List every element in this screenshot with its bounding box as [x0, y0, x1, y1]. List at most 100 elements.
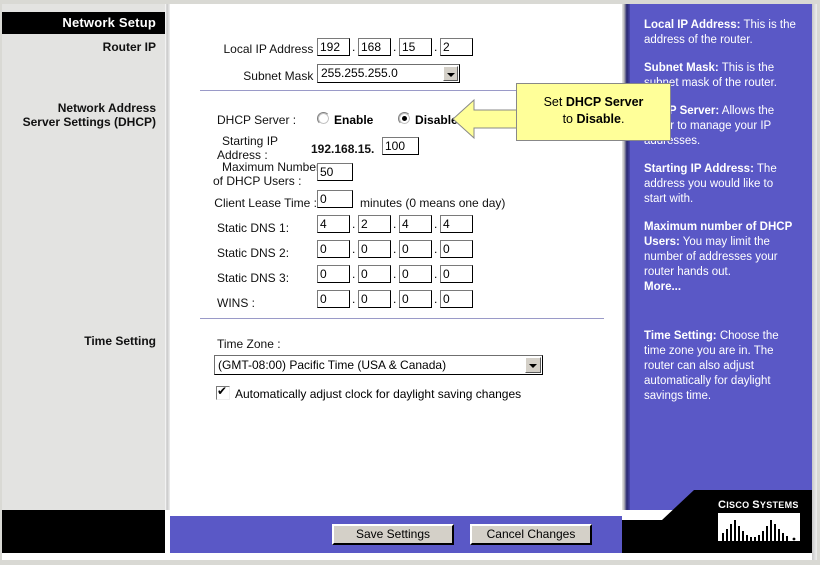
- page-right-edge: [812, 4, 817, 560]
- dns1-dot-2: .: [393, 217, 397, 231]
- callout-line2-tail: .: [620, 112, 625, 126]
- dns3-dot-2: .: [393, 267, 397, 281]
- subnet-mask-select[interactable]: 255.255.255.0: [317, 64, 460, 83]
- starting-ip-label-line1: Starting IP: [222, 134, 279, 148]
- static-dns-3-octet-1[interactable]: 0: [317, 265, 350, 283]
- max-dhcp-users-label-line1: Maximum Number: [222, 160, 321, 174]
- daylight-saving-label: Automatically adjust clock for daylight …: [235, 387, 522, 401]
- help-term-time-setting: Time Setting:: [644, 330, 717, 342]
- help-term-subnet-mask: Subnet Mask:: [644, 62, 719, 74]
- radio-disable[interactable]: [398, 112, 412, 125]
- cisco-logo-area: CISCO SYSTEMS: [622, 490, 812, 553]
- local-ip-octet-2[interactable]: 168: [358, 38, 391, 56]
- wins-dot-1: .: [352, 292, 356, 306]
- client-lease-time-suffix: minutes (0 means one day): [360, 196, 506, 210]
- help-item-more[interactable]: More...: [644, 280, 798, 295]
- sidebar-item-dhcp-line2: Server Settings (DHCP): [22, 115, 156, 129]
- help-term-local-ip: Local IP Address:: [644, 19, 741, 31]
- section-header-network-setup: Network Setup: [2, 12, 165, 34]
- help-text-list: Local IP Address: This is the address of…: [644, 18, 798, 404]
- instruction-callout: Set DHCP Server to Disable.: [516, 83, 671, 141]
- left-sidebar: [2, 4, 165, 510]
- wins-octet-1[interactable]: 0: [317, 290, 350, 308]
- help-item-time-setting: Time Setting: Choose the time zone you a…: [644, 329, 798, 404]
- dns2-dot-1: .: [352, 242, 356, 256]
- static-dns-1-octet-1[interactable]: 4: [317, 215, 350, 233]
- client-lease-time-input[interactable]: 0: [317, 190, 353, 208]
- wins-octet-2[interactable]: 0: [358, 290, 391, 308]
- dhcp-enable-label: Enable: [334, 113, 374, 127]
- local-ip-octet-4[interactable]: 2: [440, 38, 473, 56]
- static-dns-1-octet-3[interactable]: 4: [399, 215, 432, 233]
- section-divider-2: [200, 318, 604, 319]
- static-dns-1-octet-4[interactable]: 4: [440, 215, 473, 233]
- static-dns-3-label: Static DNS 3:: [217, 271, 290, 285]
- local-ip-address-label: Local IP Address :: [223, 42, 320, 56]
- cisco-ystems: YSTEMS: [759, 500, 799, 510]
- sidebar-item-router-ip: Router IP: [102, 40, 156, 54]
- chevron-down-icon-timezone[interactable]: [525, 357, 541, 373]
- local-ip-octet-3[interactable]: 15: [399, 38, 432, 56]
- max-dhcp-users-input[interactable]: 50: [317, 163, 353, 181]
- static-dns-2-octet-2[interactable]: 0: [358, 240, 391, 258]
- chevron-down-icon[interactable]: [443, 66, 458, 81]
- cisco-bridge-icon: [718, 513, 800, 541]
- sidebar-item-time-setting: Time Setting: [84, 334, 156, 348]
- help-item-local-ip: Local IP Address: This is the address of…: [644, 18, 798, 48]
- wins-octet-4[interactable]: 0: [440, 290, 473, 308]
- cisco-s: S: [752, 499, 760, 511]
- app-window: Network Setup Router IP Network Address …: [0, 0, 820, 565]
- time-zone-label: Time Zone :: [217, 337, 281, 351]
- cisco-c: C: [718, 499, 727, 511]
- cisco-logo: CISCO SYSTEMS: [718, 499, 800, 541]
- cisco-wordmark: CISCO SYSTEMS: [718, 499, 800, 511]
- static-dns-2-octet-1[interactable]: 0: [317, 240, 350, 258]
- static-dns-2-octet-3[interactable]: 0: [399, 240, 432, 258]
- daylight-saving-row[interactable]: Automatically adjust clock for daylight …: [216, 384, 522, 401]
- cisco-isco: ISCO: [726, 500, 753, 510]
- client-lease-time-label: Client Lease Time :: [214, 196, 317, 210]
- daylight-saving-checkbox[interactable]: [216, 384, 230, 400]
- wins-dot-2: .: [393, 292, 397, 306]
- ip-dot-2: .: [393, 40, 397, 54]
- callout-line1-plain: Set: [543, 95, 566, 109]
- static-dns-1-label: Static DNS 1:: [217, 221, 290, 235]
- static-dns-3-octet-2[interactable]: 0: [358, 265, 391, 283]
- help-item-max-users: Maximum number of DHCP Users: You may li…: [644, 220, 798, 280]
- save-settings-button[interactable]: Save Settings: [332, 524, 454, 545]
- static-dns-1-octet-2[interactable]: 2: [358, 215, 391, 233]
- wins-octet-3[interactable]: 0: [399, 290, 432, 308]
- sidebar-item-dhcp: Network Address Server Settings (DHCP): [0, 101, 156, 129]
- help-sidebar: Local IP Address: This is the address of…: [630, 4, 812, 510]
- radio-enable[interactable]: [317, 112, 330, 125]
- wins-dot-3: .: [434, 292, 438, 306]
- wins-label: WINS :: [217, 296, 255, 310]
- cancel-changes-button[interactable]: Cancel Changes: [470, 524, 592, 545]
- subnet-mask-value: 255.255.255.0: [321, 66, 398, 80]
- static-dns-2-octet-4[interactable]: 0: [440, 240, 473, 258]
- callout-line2-bold: Disable: [576, 112, 621, 126]
- help-item-starting-ip: Starting IP Address: The address you wou…: [644, 162, 798, 207]
- local-ip-octet-1[interactable]: 192: [317, 38, 350, 56]
- subnet-mask-label: Subnet Mask :: [243, 69, 320, 83]
- dns1-dot-1: .: [352, 217, 356, 231]
- dns3-dot-1: .: [352, 267, 356, 281]
- dns3-dot-3: .: [434, 267, 438, 281]
- sidebar-item-dhcp-line1: Network Address: [57, 101, 156, 115]
- starting-ip-input[interactable]: 100: [382, 137, 419, 155]
- dns1-dot-3: .: [434, 217, 438, 231]
- dhcp-server-radio-group[interactable]: Enable Disable: [317, 112, 458, 127]
- static-dns-3-octet-3[interactable]: 0: [399, 265, 432, 283]
- dns2-dot-3: .: [434, 242, 438, 256]
- help-more-link[interactable]: More...: [644, 281, 681, 293]
- callout-line2-plain: to: [562, 112, 577, 126]
- max-dhcp-users-label-line2: of DHCP Users :: [213, 174, 302, 188]
- help-panel-divider: [622, 4, 630, 510]
- time-zone-select[interactable]: (GMT-08:00) Pacific Time (USA & Canada): [214, 355, 543, 375]
- starting-ip-prefix: 192.168.15.: [311, 142, 375, 156]
- button-bar: Save Settings Cancel Changes: [170, 516, 622, 553]
- static-dns-3-octet-4[interactable]: 0: [440, 265, 473, 283]
- ip-dot-3: .: [434, 40, 438, 54]
- dns2-dot-2: .: [393, 242, 397, 256]
- sidebar-bottom-band: [2, 510, 165, 553]
